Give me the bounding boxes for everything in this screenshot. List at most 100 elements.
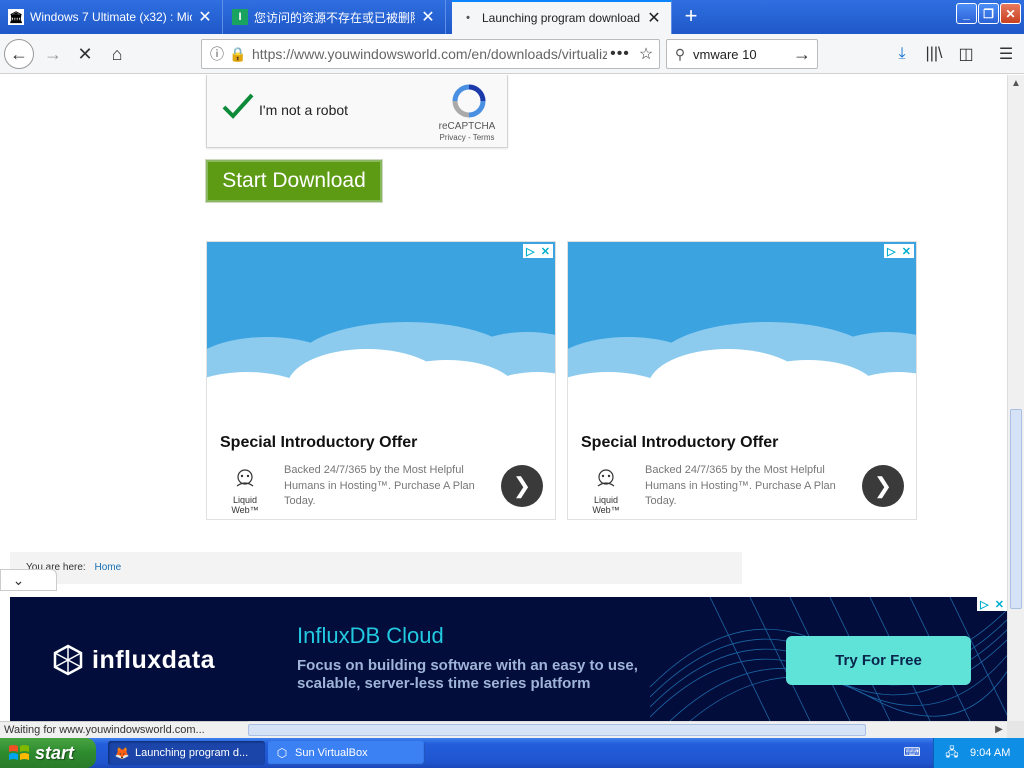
start-download-button[interactable]: Start Download	[206, 160, 382, 202]
liquidweb-mascot-icon	[597, 469, 615, 487]
status-text: Waiting for www.youwindowsworld.com...	[0, 721, 248, 738]
liquidweb-logo: Liquid Web™	[219, 468, 271, 515]
nav-toolbar: ← → ✕ ⌂ ⓘ 🔒 https://www.youwindowsworld.…	[0, 34, 1024, 74]
site-icon: I	[232, 9, 248, 25]
chevron-right-icon: ❯	[873, 473, 893, 498]
checkmark-icon[interactable]	[221, 89, 255, 123]
taskbar-item-virtualbox[interactable]: ⬡ Sun VirtualBox	[268, 741, 425, 765]
adchoices-icon[interactable]: ▷ ✕	[977, 597, 1007, 611]
hamburger-menu-icon: ☰	[998, 46, 1014, 63]
liquidweb-ad-1[interactable]: ▷ ✕ Special Introductory Offer Liquid Web…	[206, 241, 556, 520]
back-button[interactable]: ←	[4, 39, 34, 69]
ad-headline: Special Introductory Offer	[220, 434, 418, 451]
ad-next-button[interactable]: ❯	[862, 465, 904, 507]
brand-name: influxdata	[92, 645, 216, 674]
influxdata-logo: influxdata	[52, 641, 215, 679]
page-actions-icon[interactable]: •••	[607, 45, 633, 63]
vertical-scrollbar[interactable]: ▲	[1007, 75, 1024, 721]
close-window-button[interactable]: ✕	[1000, 3, 1021, 24]
clock[interactable]: 9:04 AM	[970, 747, 1010, 759]
recaptcha-brand: reCAPTCHA	[438, 121, 496, 132]
breadcrumb-home-link[interactable]: Home	[94, 562, 121, 573]
tab-title: Launching program download VMware	[482, 11, 641, 25]
close-icon[interactable]: ✕	[645, 8, 663, 28]
home-icon: ⌂	[111, 43, 123, 64]
try-for-free-button[interactable]: Try For Free	[786, 636, 971, 685]
task-label: Launching program d...	[135, 747, 249, 759]
screen: 🏛 Windows 7 Ultimate (x32) : Microsoft ✕…	[0, 0, 1024, 768]
ad-body: Backed 24/7/365 by the Most Helpful Huma…	[645, 464, 836, 507]
breadcrumb: You are here: Home	[10, 552, 742, 584]
ad-next-button[interactable]: ❯	[501, 465, 543, 507]
clouds-image	[207, 242, 555, 422]
tab-title: Windows 7 Ultimate (x32) : Microsoft	[30, 10, 192, 24]
sidebar-button[interactable]: ◫	[953, 41, 979, 67]
scroll-right-arrow-icon[interactable]: ▶	[991, 722, 1007, 738]
download-arrow-icon: ⤓	[898, 45, 906, 62]
privacy-terms-links[interactable]: Privacy - Terms	[427, 133, 507, 142]
logo-text: Liquid Web™	[231, 495, 259, 515]
recaptcha-widget: I'm not a robot reCAPTCHA Privacy - Term…	[206, 75, 508, 148]
minimize-button[interactable]: _	[956, 3, 977, 24]
restore-button[interactable]: ❐	[978, 3, 999, 24]
chevron-down-icon: ⌄	[12, 571, 25, 588]
address-bar[interactable]: ⓘ 🔒 https://www.youwindowsworld.com/en/d…	[201, 39, 660, 69]
influxdata-banner-ad[interactable]: influxdata InfluxDB Cloud Focus on build…	[10, 597, 1007, 721]
search-icon: ⚲	[674, 45, 686, 62]
taskbar: start 🦊 Launching program d... ⬡ Sun Vir…	[0, 738, 1024, 768]
tab-launching-download[interactable]: • Launching program download VMware ✕	[452, 0, 672, 34]
close-icon[interactable]: ✕	[419, 7, 437, 27]
firefox-icon: 🦊	[114, 746, 130, 760]
keyboard-icon[interactable]: ⌨	[903, 745, 921, 761]
stop-button[interactable]: ✕	[70, 39, 100, 69]
ad-body: Backed 24/7/365 by the Most Helpful Huma…	[284, 464, 475, 507]
scroll-up-arrow-icon[interactable]: ▲	[1008, 75, 1024, 92]
url-text[interactable]: https://www.youwindowsworld.com/en/downl…	[248, 46, 607, 62]
adchoices-icon[interactable]: ▷ ✕	[523, 244, 553, 258]
scroll-thumb[interactable]	[248, 724, 866, 736]
home-button[interactable]: ⌂	[102, 39, 132, 69]
library-button[interactable]: |||\	[921, 41, 947, 67]
tab-title: 您访问的资源不存在或已被删除	[254, 10, 415, 25]
archive-icon: 🏛	[8, 9, 24, 25]
downloads-button[interactable]: ⤓	[889, 41, 915, 67]
new-tab-button[interactable]: +	[676, 0, 706, 34]
horizontal-scrollbar[interactable]: ▶	[248, 721, 1007, 738]
scroll-corner	[1007, 721, 1024, 738]
bookmark-star-icon[interactable]: ☆	[633, 44, 659, 64]
search-input[interactable]	[693, 46, 789, 62]
menu-button[interactable]: ☰	[993, 41, 1019, 67]
arrow-left-icon: ←	[10, 43, 28, 64]
info-icon[interactable]: ⓘ	[206, 44, 228, 64]
search-go-arrow-icon[interactable]: →	[789, 44, 815, 65]
adchoices-icon[interactable]: ▷ ✕	[884, 244, 914, 258]
captcha-label: I'm not a robot	[259, 102, 349, 118]
network-icon[interactable]: 🖧	[944, 745, 960, 761]
liquidweb-mascot-icon	[236, 469, 254, 487]
banner-product-title: InfluxDB Cloud	[297, 623, 444, 648]
page-content: I'm not a robot reCAPTCHA Privacy - Term…	[0, 75, 1007, 721]
start-button[interactable]: start	[0, 738, 96, 768]
lock-icon[interactable]: 🔒	[228, 46, 248, 63]
scroll-thumb[interactable]	[1010, 409, 1022, 609]
ad-headline: Special Introductory Offer	[581, 434, 779, 451]
forward-button[interactable]: →	[38, 39, 68, 69]
banner-description: Focus on building software with an easy …	[297, 657, 638, 692]
system-tray: 🖧 9:04 AM	[933, 738, 1024, 768]
search-bar[interactable]: ⚲ →	[666, 39, 818, 69]
start-label: start	[35, 742, 75, 763]
liquidweb-ad-2[interactable]: ▷ ✕ Special Introductory Offer Liquid Web…	[567, 241, 917, 520]
clouds-image	[568, 242, 916, 422]
close-icon[interactable]: ✕	[196, 7, 214, 27]
tab-windows7[interactable]: 🏛 Windows 7 Ultimate (x32) : Microsoft ✕	[0, 0, 223, 34]
arrow-right-icon: →	[44, 43, 62, 64]
taskbar-item-firefox[interactable]: 🦊 Launching program d...	[108, 741, 265, 765]
sidebar-icon: ◫	[958, 46, 974, 63]
logo-text: Liquid Web™	[592, 495, 620, 515]
tab-chinese-resource[interactable]: I 您访问的资源不存在或已被删除 ✕	[224, 0, 446, 34]
chevron-right-icon: ❯	[512, 473, 532, 498]
windows-logo-icon	[9, 745, 29, 760]
loading-dot-icon: •	[466, 12, 470, 24]
collapse-ad-button[interactable]: ⌄	[0, 569, 57, 591]
liquidweb-logo: Liquid Web™	[580, 468, 632, 515]
